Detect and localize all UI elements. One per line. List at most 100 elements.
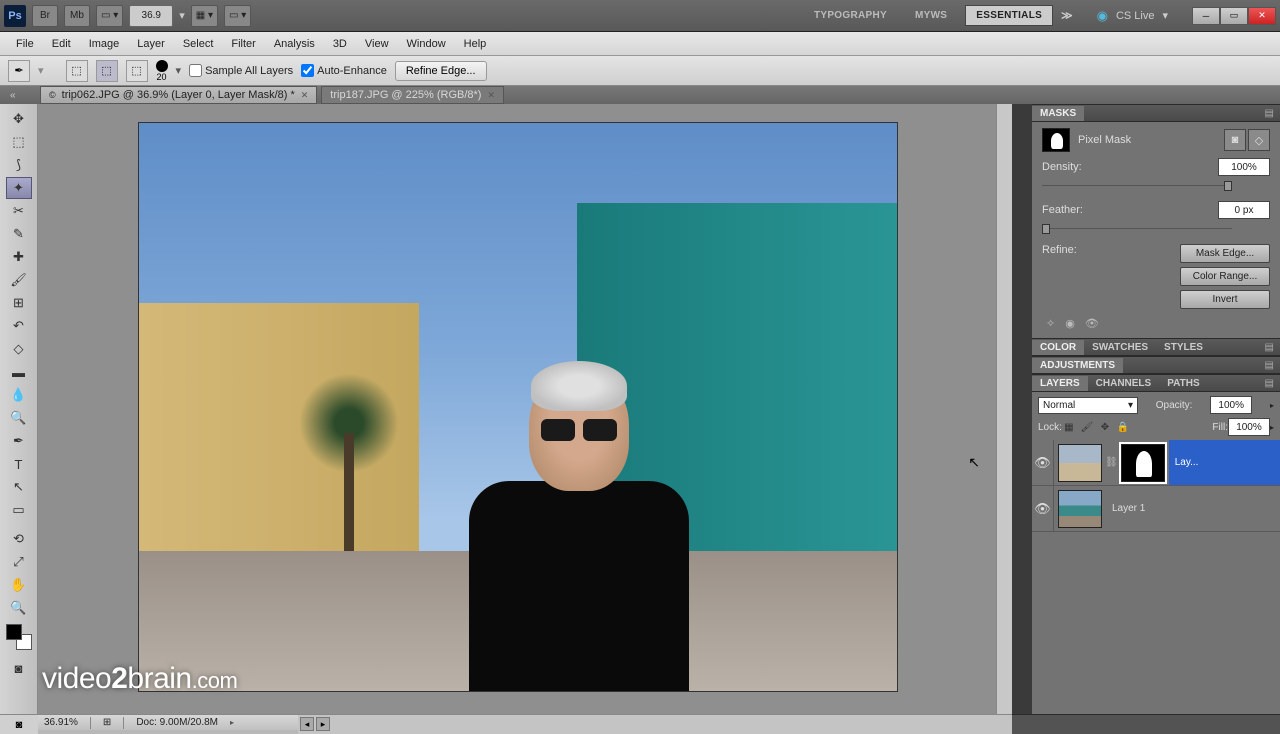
crop-tool[interactable]: ✂ xyxy=(6,200,32,222)
menu-analysis[interactable]: Analysis xyxy=(266,36,323,52)
feather-slider[interactable] xyxy=(1042,228,1232,238)
scroll-right-icon[interactable]: ▸ xyxy=(316,717,330,731)
cslive-icon[interactable]: ◉ xyxy=(1097,8,1108,24)
blend-mode-select[interactable]: Normal▾ xyxy=(1038,397,1138,414)
opacity-input[interactable] xyxy=(1210,396,1252,414)
quick-mask-indicator[interactable]: ◙ xyxy=(0,714,38,734)
feather-input[interactable] xyxy=(1218,201,1270,219)
marquee-tool[interactable]: ⬚ xyxy=(6,131,32,153)
visibility-toggle[interactable]: 👁 xyxy=(1032,486,1054,531)
menu-layer[interactable]: Layer xyxy=(129,36,173,52)
zoom-tool[interactable]: 🔍 xyxy=(6,597,32,619)
load-selection-icon[interactable]: ✧ xyxy=(1046,317,1055,330)
lock-position-icon[interactable]: ✥ xyxy=(1098,420,1112,434)
path-tool[interactable]: ↖ xyxy=(6,476,32,498)
pixel-mask-button[interactable]: ◙ xyxy=(1224,129,1246,151)
menu-view[interactable]: View xyxy=(357,36,397,52)
zoom-readout[interactable]: 36.91% xyxy=(44,717,78,728)
masks-tab[interactable]: MASKS xyxy=(1032,106,1084,121)
density-slider[interactable] xyxy=(1042,185,1232,195)
paths-tab[interactable]: PATHS xyxy=(1159,376,1207,391)
brush-preview[interactable]: 20 xyxy=(156,60,168,82)
minibridge-button[interactable]: Mb xyxy=(64,5,90,27)
blur-tool[interactable]: 💧 xyxy=(6,384,32,406)
doc-size-readout[interactable]: Doc: 9.00M/20.8M xyxy=(136,717,218,728)
document-tab-2[interactable]: trip187.JPG @ 225% (RGB/8*) ✕ xyxy=(321,86,504,104)
document-tab-1[interactable]: © trip062.JPG @ 36.9% (Layer 0, Layer Ma… xyxy=(40,86,317,104)
menu-window[interactable]: Window xyxy=(399,36,454,52)
close-tab-icon[interactable]: ✕ xyxy=(487,90,495,101)
color-tab[interactable]: COLOR xyxy=(1032,340,1084,355)
brush-tool[interactable]: 🖌 xyxy=(6,269,32,291)
auto-enhance-checkbox[interactable]: Auto-Enhance xyxy=(301,64,387,77)
visibility-toggle[interactable]: 👁 xyxy=(1032,440,1054,485)
lock-all-icon[interactable]: 🔒 xyxy=(1116,420,1130,434)
quick-selection-tool[interactable]: ✦ xyxy=(6,177,32,199)
3d-camera-tool[interactable]: ⤢ xyxy=(6,551,32,573)
type-tool[interactable]: T xyxy=(6,453,32,475)
layers-tab[interactable]: LAYERS xyxy=(1032,376,1088,391)
density-input[interactable] xyxy=(1218,158,1270,176)
workspace-more-icon[interactable]: ≫ xyxy=(1061,9,1073,22)
maximize-button[interactable]: ▭ xyxy=(1220,7,1248,25)
lasso-tool[interactable]: ⟆ xyxy=(6,154,32,176)
add-selection-icon[interactable]: ⬚ xyxy=(96,60,118,82)
menu-select[interactable]: Select xyxy=(175,36,222,52)
panel-menu-icon[interactable]: ▤ xyxy=(1259,378,1280,389)
horizontal-scrollbar[interactable]: ◂ ▸ xyxy=(298,714,1012,734)
scroll-left-icon[interactable]: ◂ xyxy=(300,717,314,731)
close-tab-icon[interactable]: ✕ xyxy=(301,90,309,101)
minimize-button[interactable]: ─ xyxy=(1192,7,1220,25)
mask-edge-button[interactable]: Mask Edge... xyxy=(1180,244,1270,263)
tool-preset-icon[interactable]: ✒ xyxy=(8,60,30,82)
hand-tool[interactable]: ✋ xyxy=(6,574,32,596)
toggle-mask-icon[interactable]: 👁 xyxy=(1085,317,1099,330)
vector-mask-button[interactable]: ◇ xyxy=(1248,129,1270,151)
apply-mask-icon[interactable]: ◉ xyxy=(1065,317,1075,330)
healing-tool[interactable]: ✚ xyxy=(6,246,32,268)
pen-tool[interactable]: ✒ xyxy=(6,430,32,452)
layer-name[interactable]: Lay... xyxy=(1169,440,1280,485)
subtract-selection-icon[interactable]: ⬚ xyxy=(126,60,148,82)
screen-mode-dropdown[interactable]: ▭ ▾ xyxy=(96,5,123,27)
move-tool[interactable]: ✥ xyxy=(6,108,32,130)
menu-filter[interactable]: Filter xyxy=(223,36,263,52)
layer-row[interactable]: 👁 ⛓ Lay... xyxy=(1032,440,1280,486)
stamp-tool[interactable]: ⊞ xyxy=(6,292,32,314)
menu-help[interactable]: Help xyxy=(456,36,495,52)
styles-tab[interactable]: STYLES xyxy=(1156,340,1211,355)
adjustments-tab[interactable]: ADJUSTMENTS xyxy=(1032,358,1123,373)
panel-menu-icon[interactable]: ▤ xyxy=(1259,360,1280,371)
refine-edge-button[interactable]: Refine Edge... xyxy=(395,61,487,81)
dodge-tool[interactable]: 🔍 xyxy=(6,407,32,429)
workspace-essentials[interactable]: ESSENTIALS xyxy=(965,5,1053,26)
menu-file[interactable]: File xyxy=(8,36,42,52)
channels-tab[interactable]: CHANNELS xyxy=(1088,376,1160,391)
invert-button[interactable]: Invert xyxy=(1180,290,1270,309)
arrange-dropdown[interactable]: ▦ ▾ xyxy=(191,5,218,27)
layer-thumbnail[interactable] xyxy=(1058,490,1102,528)
bridge-button[interactable]: Br xyxy=(32,5,58,27)
menu-edit[interactable]: Edit xyxy=(44,36,79,52)
document-canvas[interactable] xyxy=(138,122,898,692)
color-range-button[interactable]: Color Range... xyxy=(1180,267,1270,286)
cslive-button[interactable]: CS Live xyxy=(1116,10,1155,22)
vertical-scrollbar[interactable] xyxy=(996,104,1012,714)
close-button[interactable]: ✕ xyxy=(1248,7,1276,25)
layer-row[interactable]: 👁 Layer 1 xyxy=(1032,486,1280,532)
3d-tool[interactable]: ⟲ xyxy=(6,528,32,550)
screenlayout-dropdown[interactable]: ▭ ▾ xyxy=(224,5,251,27)
eyedropper-tool[interactable]: ✎ xyxy=(6,223,32,245)
zoom-input[interactable]: 36.9 xyxy=(129,5,173,27)
collapsed-dock[interactable] xyxy=(1012,104,1032,714)
menu-3d[interactable]: 3D xyxy=(325,36,355,52)
eraser-tool[interactable]: ◇ xyxy=(6,338,32,360)
lock-pixels-icon[interactable]: 🖌 xyxy=(1080,420,1094,434)
mask-thumbnail[interactable] xyxy=(1121,444,1165,482)
quick-mask-toggle[interactable]: ◙ xyxy=(6,657,32,679)
new-selection-icon[interactable]: ⬚ xyxy=(66,60,88,82)
sample-all-layers-checkbox[interactable]: Sample All Layers xyxy=(189,64,293,77)
link-icon[interactable]: ⛓ xyxy=(1105,457,1118,468)
layer-thumbnail[interactable] xyxy=(1058,444,1102,482)
shape-tool[interactable]: ▭ xyxy=(6,499,32,521)
